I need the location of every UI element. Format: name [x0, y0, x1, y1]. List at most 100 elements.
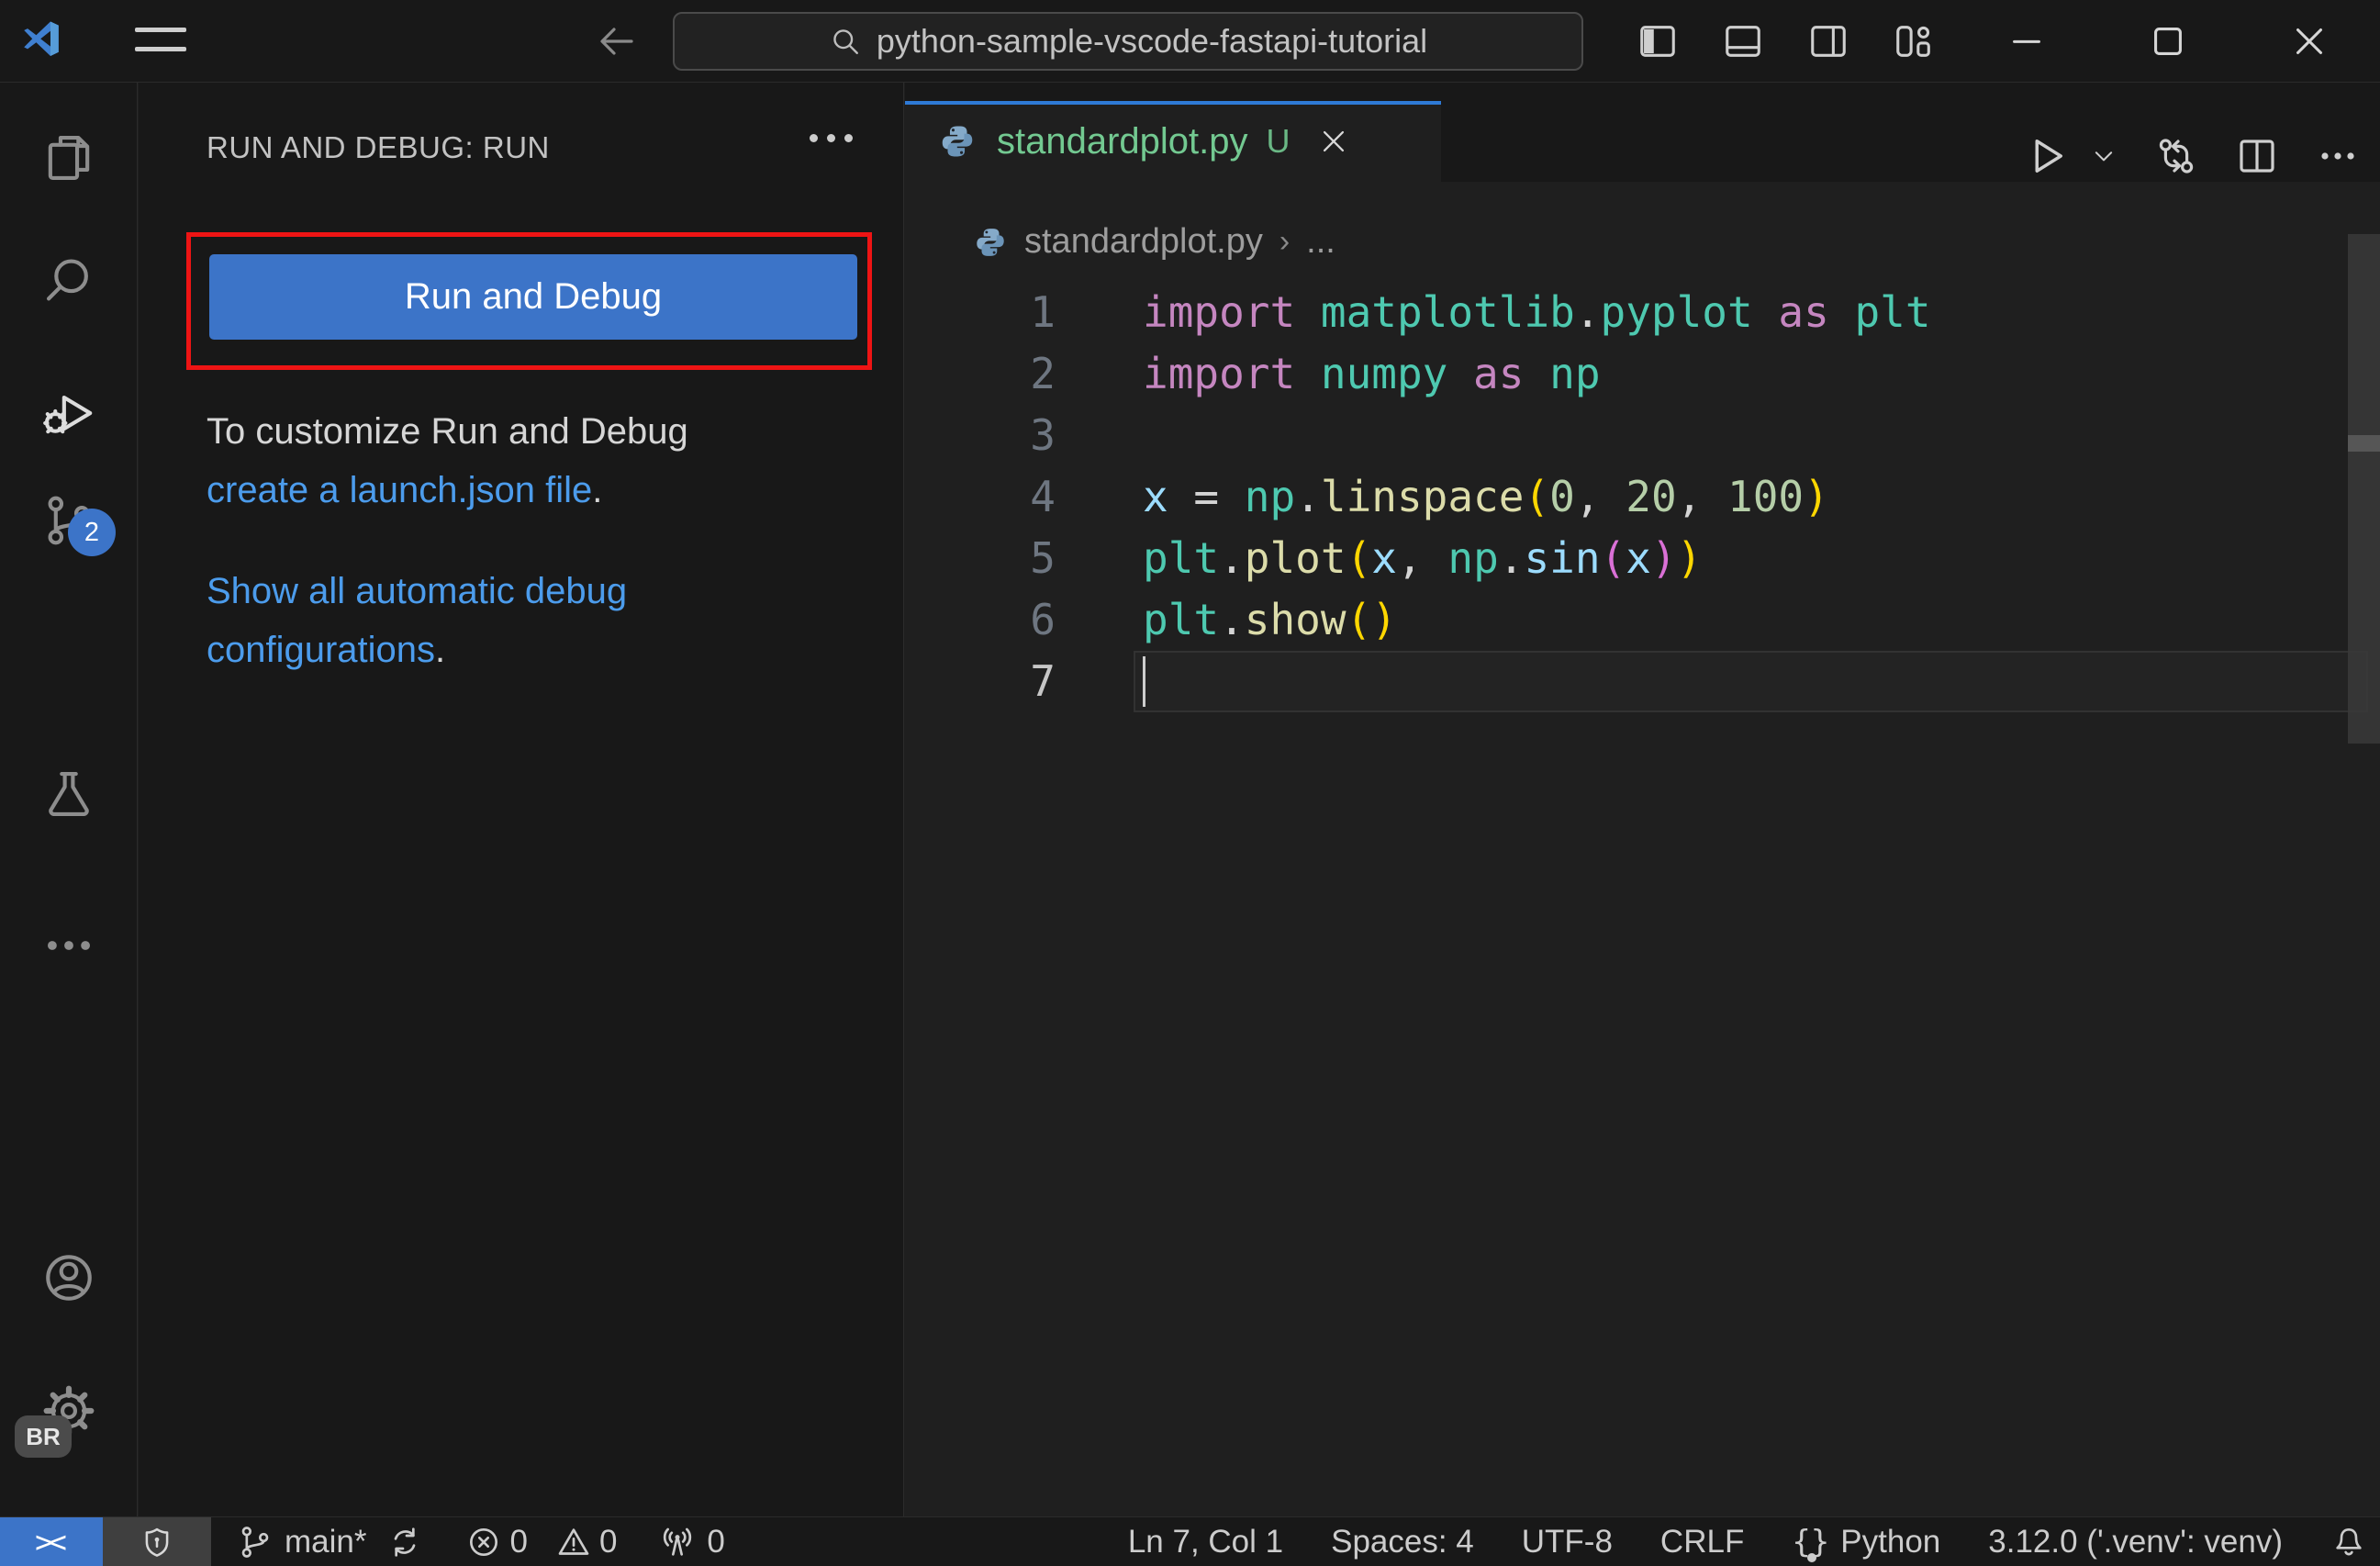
status-right-items: Ln 7, Col 1 Spaces: 4 UTF-8 CRLF {} Pyth…: [1128, 1523, 2380, 1562]
branch-name: main*: [285, 1523, 367, 1560]
editor-actions: [2022, 130, 2360, 182]
notifications-bell-icon[interactable]: [2330, 1524, 2367, 1560]
status-bar: >< main* 0 0 0 Ln 7, Col 1 Spaces: 4 UTF…: [0, 1516, 2380, 1566]
more-views-icon[interactable]: [40, 917, 97, 974]
run-and-debug-button[interactable]: Run and Debug: [209, 254, 857, 340]
indentation-item[interactable]: Spaces: 4: [1331, 1524, 1474, 1560]
breadcrumb-more[interactable]: ...: [1306, 222, 1335, 262]
panel-hint: To customize Run and Debug create a laun…: [207, 402, 739, 679]
open-changes-icon[interactable]: [2154, 134, 2198, 178]
source-control-icon[interactable]: 2: [40, 492, 116, 556]
branch-item[interactable]: main*: [237, 1524, 423, 1560]
code-line-6[interactable]: 6 plt.show(): [905, 589, 2368, 651]
settings-gear-icon[interactable]: BR: [15, 1382, 97, 1458]
active-tab-indicator: [905, 101, 1441, 105]
tab-label: standardplot.py: [997, 120, 1248, 162]
python-interpreter-item[interactable]: 3.12.0 ('.venv': venv): [1988, 1524, 2283, 1560]
breadcrumb[interactable]: standardplot.py › ...: [973, 222, 1335, 262]
run-and-debug-icon[interactable]: [40, 383, 97, 440]
current-line-highlight: [1134, 651, 2368, 712]
testing-icon[interactable]: [40, 766, 97, 822]
git-untracked-badge: U: [1266, 122, 1291, 160]
warnings-count: 0: [598, 1523, 618, 1560]
python-file-icon: [938, 122, 977, 161]
panel-more-actions-icon[interactable]: [810, 134, 853, 142]
code-lines[interactable]: 1 import matplotlib.pyplot as plt 2 import …: [905, 282, 2368, 712]
search-icon: [829, 25, 862, 58]
line-number: 1: [1030, 287, 1056, 337]
menu-icon[interactable]: [135, 28, 186, 51]
warnings-icon: [558, 1527, 589, 1555]
titlebar-actions: [1615, 0, 2380, 82]
toggle-primary-sidebar-icon[interactable]: [1615, 0, 1700, 82]
back-arrow-icon[interactable]: [595, 19, 639, 63]
editor-more-actions-icon[interactable]: [2316, 134, 2360, 178]
python-file-icon: [973, 225, 1008, 260]
line-number: 4: [1030, 472, 1056, 521]
editor-pane[interactable]: standardplot.py › ... 1 import matplotlib…: [905, 182, 2380, 1516]
encoding-item[interactable]: UTF-8: [1522, 1524, 1613, 1560]
editor-scrollbar[interactable]: [2348, 234, 2380, 744]
editor-tab-bar: standardplot.py U: [905, 83, 2380, 182]
remote-indicator[interactable]: ><: [0, 1517, 103, 1566]
code-line-4[interactable]: 4 x = np.linspace(0, 20, 100): [905, 466, 2368, 528]
create-launch-json-link[interactable]: create a launch.json file: [207, 470, 592, 510]
breadcrumb-file[interactable]: standardplot.py: [1024, 222, 1263, 262]
sync-icon: [395, 1527, 416, 1557]
code-text: plt.plot(x, np.sin(x)): [1143, 533, 1703, 583]
code-text: plt.show(): [1143, 595, 1397, 644]
code-text: import matplotlib.pyplot as plt: [1143, 287, 1931, 337]
ports-item[interactable]: 0: [659, 1523, 725, 1560]
eol-item[interactable]: CRLF: [1660, 1524, 1744, 1560]
account-icon[interactable]: [40, 1249, 97, 1306]
language-mode-item[interactable]: {} Python: [1792, 1523, 1940, 1562]
panel-title: RUN AND DEBUG: RUN: [207, 130, 550, 164]
source-control-badge: 2: [68, 509, 116, 556]
run-dropdown-chevron-icon[interactable]: [2090, 142, 2117, 170]
code-line-7[interactable]: 7: [905, 651, 2368, 712]
search-sidebar-icon[interactable]: [40, 252, 97, 309]
line-number: 7: [1030, 656, 1056, 706]
split-editor-icon[interactable]: [2235, 134, 2279, 178]
title-bar: python-sample-vscode-fastapi-tutorial: [0, 0, 2380, 83]
vscode-logo-icon: [20, 18, 62, 61]
problems-item[interactable]: 0 0: [465, 1524, 617, 1560]
show-debug-configurations-link[interactable]: Show all automatic debug configurations: [207, 571, 627, 670]
status-left-items: main* 0 0 0: [237, 1524, 725, 1560]
code-text: import numpy as np: [1143, 349, 1601, 398]
profile-badge: BR: [15, 1415, 72, 1458]
run-python-file-icon[interactable]: [2022, 132, 2070, 180]
window-maximize-button[interactable]: [2097, 0, 2239, 82]
ports-count: 0: [707, 1523, 725, 1560]
line-number: 3: [1030, 410, 1056, 460]
braces-icon: {}: [1792, 1523, 1830, 1562]
customize-layout-icon[interactable]: [1871, 0, 1956, 82]
run-and-debug-panel: RUN AND DEBUG: RUN Run and Debug To cust…: [139, 83, 904, 1516]
tab-standardplot-py[interactable]: standardplot.py U: [905, 101, 1441, 182]
code-line-5[interactable]: 5 plt.plot(x, np.sin(x)): [905, 528, 2368, 589]
explorer-icon[interactable]: [40, 129, 97, 186]
workspace-trust-item[interactable]: [103, 1517, 211, 1566]
code-line-1[interactable]: 1 import matplotlib.pyplot as plt: [905, 282, 2368, 343]
search-value: python-sample-vscode-fastapi-tutorial: [876, 22, 1428, 60]
errors-count: 0: [509, 1523, 528, 1560]
link2-suffix: .: [435, 630, 446, 670]
hint-text: To customize Run and Debug: [207, 411, 688, 452]
code-line-2[interactable]: 2 import numpy as np: [905, 343, 2368, 405]
hint-suffix: .: [592, 470, 603, 510]
window-minimize-button[interactable]: [1956, 0, 2097, 82]
toggle-secondary-sidebar-icon[interactable]: [1785, 0, 1871, 82]
tab-close-icon[interactable]: [1318, 126, 1349, 157]
toggle-panel-icon[interactable]: [1700, 0, 1785, 82]
window-close-button[interactable]: [2239, 0, 2380, 82]
command-center-search[interactable]: python-sample-vscode-fastapi-tutorial: [673, 12, 1583, 71]
cursor-position-item[interactable]: Ln 7, Col 1: [1128, 1524, 1283, 1560]
line-number: 5: [1030, 533, 1056, 583]
code-text: x = np.linspace(0, 20, 100): [1143, 472, 1829, 521]
errors-icon: [470, 1527, 498, 1556]
activity-bar: 2 BR: [0, 83, 138, 1516]
scrollbar-cursor-marker: [2348, 435, 2380, 452]
code-line-3[interactable]: 3: [905, 405, 2368, 466]
text-cursor: [1143, 656, 1145, 707]
line-number: 6: [1030, 595, 1056, 644]
